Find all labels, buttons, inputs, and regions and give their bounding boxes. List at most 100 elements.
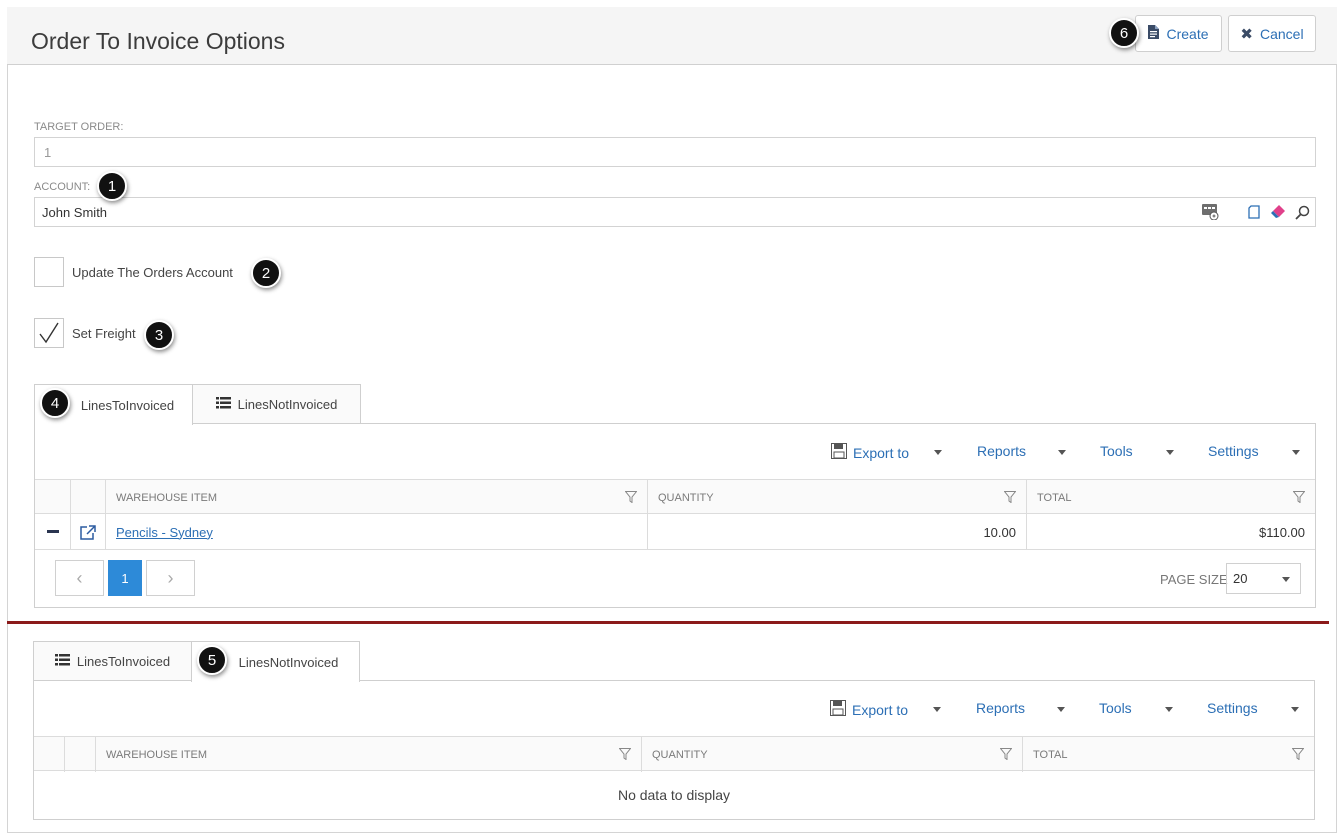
cell-quantity: 10.00 [647,514,1026,550]
column-header-total[interactable]: TOTAL [1022,737,1314,772]
filter-icon[interactable] [999,748,1013,763]
tab-lines-to-invoiced[interactable]: LinesToInvoiced [33,641,192,681]
reports-label: Reports [976,700,1026,716]
save-icon [830,700,846,719]
checkmark-icon [39,322,59,344]
copy-icon[interactable] [1248,205,1260,222]
tab-label: LinesToInvoiced [76,654,171,669]
chevron-down-icon [1282,577,1290,582]
column-header-spacer [64,737,95,772]
column-header-total[interactable]: TOTAL [1026,480,1315,515]
save-icon [831,443,847,462]
account-field[interactable]: John Smith [34,197,1316,227]
chevron-down-icon[interactable] [1291,707,1299,712]
target-order-field[interactable]: 1 [34,137,1316,167]
export-menu[interactable]: Export to [831,443,909,462]
reports-menu[interactable]: Reports [976,700,1025,716]
chevron-right-icon: › [167,567,174,588]
update-account-label: Update The Orders Account [72,265,233,280]
eraser-icon[interactable] [1270,204,1286,222]
tab-label: LinesNotInvoiced [237,397,338,412]
tab-label: LinesNotInvoiced [238,654,339,670]
column-label: QUANTITY [652,748,708,761]
empty-message: No data to display [617,787,731,803]
page-size-value: 20 [1233,571,1248,586]
target-order-label: TARGET ORDER: [34,121,124,133]
chevron-down-icon[interactable] [933,707,941,712]
filter-icon[interactable] [1003,491,1017,506]
filter-icon[interactable] [1291,748,1305,763]
column-label: QUANTITY [658,491,714,504]
chevron-down-icon[interactable] [1166,450,1174,455]
column-label: WAREHOUSE ITEM [106,748,208,761]
column-label: TOTAL [1033,748,1068,761]
reports-menu[interactable]: Reports [977,443,1026,459]
column-header-quantity[interactable]: QUANTITY [647,480,1026,515]
callout-badge-6: 6 [1109,18,1139,48]
settings-menu[interactable]: Settings [1207,700,1258,716]
callout-badge-2: 2 [251,258,281,288]
chevron-down-icon[interactable] [1292,450,1300,455]
filter-icon[interactable] [618,748,632,763]
open-external-icon[interactable] [70,514,105,550]
set-freight-checkbox[interactable] [34,318,64,348]
prev-page-button[interactable]: ‹ [55,560,104,596]
export-menu[interactable]: Export to [830,700,908,719]
item-link[interactable]: Pencils - Sydney [116,525,213,540]
page-number: 1 [121,570,129,586]
next-page-button[interactable]: › [146,560,195,596]
settings-label: Settings [1208,443,1259,459]
settings-menu[interactable]: Settings [1208,443,1259,459]
callout-badge-4: 4 [40,388,70,418]
reports-label: Reports [977,443,1027,459]
cancel-button[interactable]: ✖ Cancel [1228,15,1316,52]
account-value: John Smith [42,204,108,220]
create-label: Create [1166,25,1209,42]
tools-menu[interactable]: Tools [1099,700,1132,716]
tab-lines-not-invoiced[interactable]: LinesNotInvoiced [192,384,361,424]
close-icon: ✖ [1240,25,1253,43]
list-icon [215,397,231,412]
column-header-item[interactable]: WAREHOUSE ITEM [105,480,647,515]
account-label: ACCOUNT: [34,181,91,193]
callout-badge-1: 1 [97,171,127,201]
export-label: Export to [853,444,910,461]
filter-icon[interactable] [1292,491,1306,506]
grid-header: WAREHOUSE ITEM QUANTITY TOTAL [35,479,1315,515]
tools-menu[interactable]: Tools [1100,443,1133,459]
grid-header: WAREHOUSE ITEM QUANTITY TOTAL [34,736,1314,772]
page-size-select[interactable]: 20 [1226,563,1301,594]
tools-label: Tools [1099,700,1132,716]
table-row: Pencils - Sydney 10.00 $110.00 [35,514,1315,550]
chevron-down-icon[interactable] [1058,450,1066,455]
column-header-quantity[interactable]: QUANTITY [641,737,1022,772]
account-card-icon[interactable] [1202,204,1219,223]
chevron-down-icon[interactable] [1057,707,1065,712]
filter-icon[interactable] [624,491,638,506]
chevron-down-icon[interactable] [1165,707,1173,712]
document-icon [1148,25,1160,42]
set-freight-label: Set Freight [72,326,136,341]
create-button[interactable]: Create [1135,15,1222,52]
column-label: WAREHOUSE ITEM [116,491,218,504]
cell-total: $110.00 [1026,514,1315,550]
callout-badge-3: 3 [144,320,174,350]
column-label: TOTAL [1037,491,1072,504]
column-header-spacer [70,480,105,515]
search-icon[interactable] [1295,205,1310,223]
update-account-checkbox[interactable] [34,257,64,287]
grid-panel-invoiced: Export to Reports Tools Settings WAREHOU… [34,423,1316,608]
tools-label: Tools [1100,443,1133,459]
chevron-left-icon: ‹ [76,567,83,588]
target-order-value: 1 [44,144,52,160]
section-divider [7,621,1329,624]
page-button-1[interactable]: 1 [108,560,142,596]
export-label: Export to [852,701,909,718]
cell-item: Pencils - Sydney [105,514,647,550]
collapse-icon[interactable] [35,514,70,550]
tab-label: LinesToInvoiced [80,397,175,413]
column-header-item[interactable]: WAREHOUSE ITEM [95,737,641,772]
page-title: Order To Invoice Options [31,28,285,54]
chevron-down-icon[interactable] [934,450,942,455]
callout-badge-5: 5 [197,645,227,675]
